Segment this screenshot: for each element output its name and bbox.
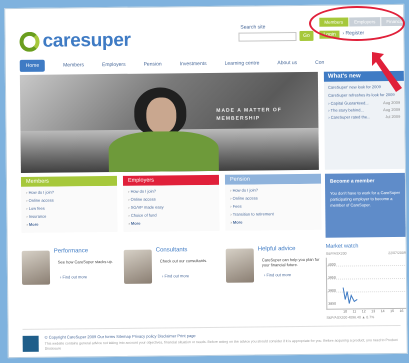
chart-x-tick: 10 <box>343 309 348 314</box>
pension-link[interactable]: Fees <box>230 203 316 209</box>
chart-x-tick: 11 <box>352 309 357 314</box>
chart-x-tick: 16 <box>399 308 404 313</box>
market-watch-chart: 4000 3950 3900 3850 <box>325 256 408 310</box>
hero-person-face <box>146 97 177 134</box>
consultants-title[interactable]: Consultants <box>156 247 188 253</box>
footer-links[interactable]: © Copyright CareSuper 2009 Our forms Sit… <box>45 333 196 340</box>
search-label: Search site <box>240 24 266 31</box>
consultants-description: Check out our consultants. <box>159 257 208 264</box>
consultants-thumbnail <box>123 249 153 284</box>
advice-thumbnail <box>225 248 255 283</box>
members-more-link[interactable]: More <box>26 221 112 227</box>
search-go-button[interactable]: Go <box>299 30 314 42</box>
logo-swirl-icon <box>19 31 40 52</box>
pointer-arrow-icon <box>372 52 402 92</box>
advice-promo: Helpful advice CareSuper can help you pl… <box>225 244 322 289</box>
page-footer: © Copyright CareSuper 2009 Our forms Sit… <box>22 324 401 357</box>
pension-link[interactable]: How do I join? <box>230 187 316 193</box>
employers-link[interactable]: Choice of fund <box>128 212 214 218</box>
chart-x-tick: 13 <box>371 309 376 314</box>
caresuper-logo[interactable]: caresuper <box>19 29 131 53</box>
news-item[interactable]: › The story behind... Aug 2009 <box>328 107 400 113</box>
performance-description: See how CareSuper stacks up. <box>57 258 114 265</box>
market-watch-header: S&P/ASX200 22/07/2009 <box>326 251 406 256</box>
market-watch-index-label: S&P/ASX200 <box>325 251 347 256</box>
pension-link[interactable]: Transition to retirement <box>230 211 316 217</box>
browser-page: caresuper Search site Go Members Employe… <box>4 3 408 359</box>
become-member-box[interactable]: Become a member You don't have to work f… <box>324 172 406 238</box>
news-item[interactable]: › CareSuper rated the... Jul 2009 <box>328 114 400 120</box>
news-item-label: › The story behind... <box>328 107 364 113</box>
become-member-title: Become a member <box>329 178 375 185</box>
main-nav: Home Members Employers Pension Investmen… <box>19 56 398 72</box>
nav-home[interactable]: Home <box>19 59 46 72</box>
footer-disclaimer: This website contains general advice not… <box>44 338 398 351</box>
search-input[interactable] <box>238 32 297 42</box>
employers-link[interactable]: Online access <box>128 196 214 202</box>
market-watch-line-svg <box>342 287 358 304</box>
pension-column: Pension How do I join? Online access Fee… <box>224 173 322 239</box>
nav-learning-centre[interactable]: Learning centre <box>225 60 260 66</box>
consultants-link[interactable]: › Find out more <box>162 273 189 278</box>
employers-more-link[interactable]: More <box>128 220 214 226</box>
members-link[interactable]: Low fees <box>26 205 112 211</box>
advice-title[interactable]: Helpful advice <box>258 246 296 252</box>
nav-members[interactable]: Members <box>63 62 84 68</box>
performance-link[interactable]: › Find out more <box>60 274 87 279</box>
news-item[interactable]: › Capital Guaranteed... Aug 2009 <box>328 100 400 106</box>
chart-x-tick: 12 <box>361 309 366 314</box>
advice-description: CareSuper can help you plan for your fin… <box>261 256 320 268</box>
employers-link[interactable]: How do I join? <box>128 188 214 194</box>
market-watch-summary: S&P/ASX200 4096.40 ▲ 0.7% <box>326 315 375 320</box>
news-item-date: Aug 2009 <box>383 99 401 106</box>
become-member-description: You don't have to work for a CareSuper p… <box>330 189 400 208</box>
nav-about-us[interactable]: About us <box>277 60 297 66</box>
footer-emblem-icon <box>22 335 39 352</box>
market-watch-line <box>342 287 358 304</box>
employers-column: Employers How do I join? Online access S… <box>122 174 220 240</box>
performance-thumbnail <box>21 250 51 285</box>
hero-banner[interactable]: MADE A MATTER OF MEMBERSHIP <box>19 71 319 173</box>
nav-investments[interactable]: Investments <box>180 61 207 67</box>
employers-link[interactable]: SG/VP made easy <box>128 204 214 210</box>
advice-link[interactable]: › Find out more <box>264 272 291 277</box>
news-item-label: › CareSuper rated the... <box>328 114 371 120</box>
chart-x-tick: 14 <box>380 309 385 314</box>
members-link[interactable]: Online access <box>26 197 112 203</box>
highlight-ring <box>309 6 405 41</box>
chart-x-tick: 15 <box>390 309 395 314</box>
chart-x-ticks: 10 11 12 13 14 15 16 <box>340 309 406 314</box>
nav-contact[interactable]: Con <box>315 60 324 66</box>
performance-title[interactable]: Performance <box>54 248 88 254</box>
members-link[interactable]: Insurance <box>26 213 112 219</box>
performance-promo: Performance See how CareSuper stacks up.… <box>21 246 118 291</box>
members-column: Members How do I join? Online access Low… <box>20 175 118 241</box>
members-link[interactable]: How do I join? <box>26 189 112 195</box>
nav-pension[interactable]: Pension <box>144 61 162 67</box>
pension-more-link[interactable]: More <box>230 219 316 225</box>
news-item-date: Jul 2009 <box>385 113 401 120</box>
consultants-promo: Consultants Check out our consultants. ›… <box>123 245 220 290</box>
logo-text: caresuper <box>42 29 131 52</box>
hero-person-body <box>108 130 219 173</box>
news-item-label: › Capital Guaranteed... <box>328 100 369 106</box>
market-watch-title: Market watch <box>325 243 359 250</box>
nav-employers[interactable]: Employers <box>102 62 126 68</box>
pension-link[interactable]: Online access <box>230 195 316 201</box>
news-item-date: Aug 2009 <box>383 106 401 113</box>
market-watch-widget: Market watch S&P/ASX200 22/07/2009 4000 … <box>325 243 408 324</box>
hero-tagline: MADE A MATTER OF MEMBERSHIP <box>216 107 282 122</box>
market-watch-date: 22/07/2009 <box>388 250 406 256</box>
